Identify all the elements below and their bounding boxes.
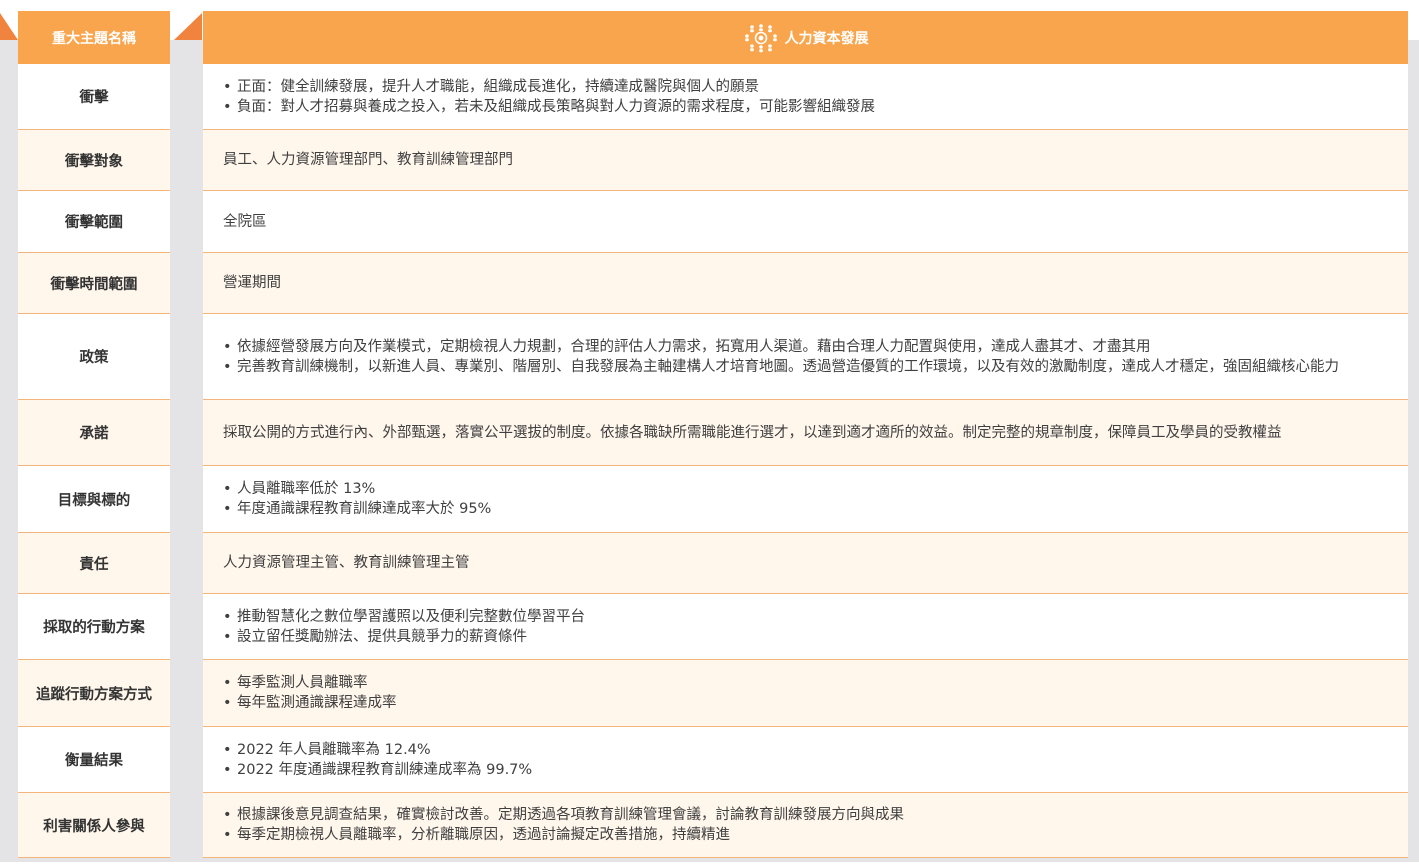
row-content: 營運期間 (203, 253, 1408, 314)
bullet-text: 2022 年人員離職率為 12.4% (237, 741, 431, 758)
header-topic-title: 人力資本發展 (784, 30, 869, 47)
bullet-dot: • (223, 608, 232, 625)
row-label: 承諾 (18, 400, 170, 466)
bullet-text: 人員離職率低於 13% (237, 481, 376, 497)
bullet-item: • 根據課後意見調查結果，確實檢討改善。定期透過各項教育訓練管理會議，討論教育訓練… (223, 805, 1388, 825)
row-label: 責任 (18, 533, 170, 594)
bullet-item: • 人員離職率低於 13% (223, 479, 1388, 499)
bullet-item: • 推動智慧化之數位學習護照以及便利完整數位學習平台 (223, 607, 1388, 627)
row-content: 全院區 (203, 191, 1408, 253)
bullet-text: 根據課後意見調查結果，確實檢討改善。定期透過各項教育訓練管理會議，討論教育訓練發… (237, 807, 904, 823)
header-topic: 人力資本發展 (203, 11, 1408, 64)
bullet-item: • 依據經營發展方向及作業模式，定期檢視人力規劃，合理的評估人力需求，拓寬用人渠道… (223, 337, 1388, 357)
bullet-item: • 完善教育訓練機制，以新進人員、專業別、階層別、自我發展為主軸建構人才培育地圖。… (223, 357, 1388, 377)
bullet-text: 負面：對人才招募與養成之投入，若未及組織成長策略與對人力資源的需求程度，可能影響… (237, 98, 875, 115)
bullet-item: • 每季定期檢視人員離職率，分析離職原因，透過討論擬定改善措施，持續精進 (223, 825, 1388, 845)
row-content: • 根據課後意見調查結果，確實檢討改善。定期透過各項教育訓練管理會議，討論教育訓練… (203, 793, 1408, 858)
row-content: • 正面：健全訓練發展，提升人才職能，組織成長進化，持續達成醫院與個人的願景 • 負面… (203, 64, 1408, 130)
row-text: 人力資源管理主管、教育訓練管理主管 (223, 555, 470, 571)
bullet-dot: • (223, 827, 232, 843)
bullet-text: 每季監測人員離職率 (237, 675, 368, 691)
bullet-item: • 2022 年人員離職率為 12.4% (223, 740, 1388, 760)
bullet-dot: • (223, 695, 232, 711)
bullet-dot: • (223, 98, 232, 115)
bullet-dot: • (223, 481, 232, 497)
bullet-text: 正面：健全訓練發展，提升人才職能，組織成長進化，持續達成醫院與個人的願景 (237, 78, 759, 95)
row-label: 衝擊對象 (18, 130, 170, 191)
row-text: 營運期間 (223, 275, 281, 291)
bullet-text: 依據經營發展方向及作業模式，定期檢視人力規劃，合理的評估人力需求，拓寬用人渠道。… (237, 338, 1151, 355)
row-content: 採取公開的方式進行內、外部甄選，落實公平選拔的制度。依據各職缺所需職能進行選才，… (203, 400, 1408, 466)
bullet-text: 2022 年度通識課程教育訓練達成率為 99.7% (237, 761, 533, 778)
bullet-dot: • (223, 78, 232, 95)
row-label-column: 重大主題名稱 衝擊 衝擊對象 衝擊範圍 衝擊時間範圍 政策 承諾 目標與標的 責任 採取的行動方… (18, 11, 170, 858)
row-label: 目標與標的 (18, 466, 170, 533)
header-corner-decoration-right (174, 13, 202, 40)
bullet-dot: • (223, 741, 232, 758)
bullet-item: • 負面：對人才招募與養成之投入，若未及組織成長策略與對人力資源的需求程度，可能影… (223, 97, 1388, 117)
row-label: 衝擊 (18, 64, 170, 130)
row-label: 採取的行動方案 (18, 594, 170, 660)
row-label: 衡量結果 (18, 727, 170, 793)
bullet-dot: • (223, 338, 232, 355)
header-corner-decoration-left (0, 13, 18, 40)
bullet-dot: • (223, 807, 232, 823)
people-network-icon (744, 23, 777, 52)
row-text: 員工、人力資源管理部門、教育訓練管理部門 (223, 152, 513, 168)
bullet-item: • 正面：健全訓練發展，提升人才職能，組織成長進化，持續達成醫院與個人的願景 (223, 77, 1388, 97)
row-content: • 人員離職率低於 13% • 年度通識課程教育訓練達成率大於 95% (203, 466, 1408, 533)
row-text: 採取公開的方式進行內、外部甄選，落實公平選拔的制度。依據各職缺所需職能進行選才，… (223, 424, 1282, 441)
row-content: 員工、人力資源管理部門、教育訓練管理部門 (203, 130, 1408, 191)
row-content: • 推動智慧化之數位學習護照以及便利完整數位學習平台 • 設立留任獎勵辦法、提供具競爭… (203, 594, 1408, 660)
bullet-dot: • (223, 501, 232, 517)
bullet-dot: • (223, 358, 232, 375)
bullet-item: • 每年監測通識課程達成率 (223, 693, 1388, 713)
bullet-dot: • (223, 675, 232, 691)
row-label: 利害關係人參與 (18, 793, 170, 858)
bullet-text: 推動智慧化之數位學習護照以及便利完整數位學習平台 (237, 608, 585, 625)
row-label: 衝擊範圍 (18, 191, 170, 253)
bullet-text: 年度通識課程教育訓練達成率大於 95% (237, 501, 492, 517)
bullet-item: • 每季監測人員離職率 (223, 673, 1388, 693)
bullet-text: 設立留任獎勵辦法、提供具競爭力的薪資條件 (237, 628, 527, 645)
bullet-text: 每季定期檢視人員離職率，分析離職原因，透過討論擬定改善措施，持續精進 (237, 827, 730, 843)
row-label: 衝擊時間範圍 (18, 253, 170, 314)
row-content: • 2022 年人員離職率為 12.4% • 2022 年度通識課程教育訓練達成率為 … (203, 727, 1408, 793)
bullet-item: • 設立留任獎勵辦法、提供具競爭力的薪資條件 (223, 627, 1388, 647)
bullet-text: 每年監測通識課程達成率 (237, 695, 397, 711)
bullet-dot: • (223, 628, 232, 645)
row-content-column: 人力資本發展 • 正面：健全訓練發展，提升人才職能，組織成長進化，持續達成醫院與個… (203, 11, 1408, 858)
bullet-text: 完善教育訓練機制，以新進人員、專業別、階層別、自我發展為主軸建構人才培育地圖。透… (237, 358, 1339, 375)
bullet-dot: • (223, 761, 232, 778)
bullet-item: • 年度通識課程教育訓練達成率大於 95% (223, 499, 1388, 519)
row-text: 全院區 (223, 213, 267, 230)
row-label: 政策 (18, 314, 170, 400)
row-content: • 每季監測人員離職率 • 每年監測通識課程達成率 (203, 660, 1408, 727)
header-left-label: 重大主題名稱 (18, 11, 170, 64)
row-content: • 依據經營發展方向及作業模式，定期檢視人力規劃，合理的評估人力需求，拓寬用人渠道… (203, 314, 1408, 400)
bullet-item: • 2022 年度通識課程教育訓練達成率為 99.7% (223, 760, 1388, 780)
row-label: 追蹤行動方案方式 (18, 660, 170, 727)
row-content: 人力資源管理主管、教育訓練管理主管 (203, 533, 1408, 594)
